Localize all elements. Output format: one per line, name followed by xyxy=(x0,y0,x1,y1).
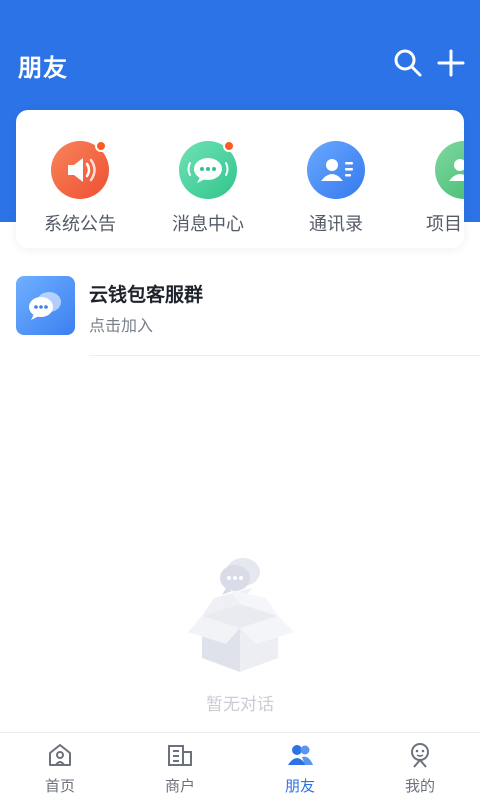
chat-bubbles-icon xyxy=(29,292,61,320)
group-avatar xyxy=(16,276,75,335)
tab-profile[interactable]: 我的 xyxy=(360,733,480,800)
tab-label: 朋友 xyxy=(284,777,315,795)
quick-entry-message-center[interactable]: 消息中心 xyxy=(144,110,272,248)
tab-merchant[interactable]: 商户 xyxy=(120,733,240,800)
quick-entry-announcement[interactable]: 系统公告 xyxy=(16,110,144,248)
notification-badge xyxy=(223,140,235,152)
tab-friends[interactable]: 朋友 xyxy=(240,733,360,800)
search-icon[interactable] xyxy=(391,46,425,80)
merchant-icon xyxy=(166,741,194,769)
contacts-icon xyxy=(307,141,365,199)
empty-box-illustration xyxy=(180,548,300,678)
quick-entry-label: 系统公告 xyxy=(44,214,116,235)
add-icon[interactable] xyxy=(434,46,468,80)
tab-home[interactable]: 首页 xyxy=(0,733,120,800)
project-icon xyxy=(435,141,464,199)
tab-label: 首页 xyxy=(44,777,75,795)
friends-icon xyxy=(286,741,314,769)
quick-entry-label: 消息中心 xyxy=(172,214,244,235)
group-join-hint: 点击加入 xyxy=(89,316,154,335)
tab-label: 商户 xyxy=(164,777,195,795)
empty-state-text: 暂无对话 xyxy=(206,695,274,715)
profile-icon xyxy=(406,741,434,769)
quick-entry-project[interactable]: 项目 xyxy=(400,110,464,248)
group-name: 云钱包客服群 xyxy=(89,284,204,306)
notification-badge xyxy=(95,140,107,152)
home-icon xyxy=(46,741,74,769)
quick-entry-contacts[interactable]: 通讯录 xyxy=(272,110,400,248)
bottom-tab-bar: 首页 商户 朋友 我的 xyxy=(0,732,480,800)
divider xyxy=(89,355,480,356)
quick-entry-label: 项目 xyxy=(426,214,462,235)
quick-entry-label: 通讯录 xyxy=(309,214,363,235)
page-title: 朋友 xyxy=(18,54,68,82)
quick-entries-card: 系统公告 消息中心 通讯录 项目 xyxy=(16,110,464,248)
app-root: 朋友 系统公告 消息中心 通讯录 项目 云钱包客服群 点击加入 暂无对话 首页 … xyxy=(0,0,480,800)
tab-label: 我的 xyxy=(404,777,435,795)
group-chat-row[interactable]: 云钱包客服群 点击加入 xyxy=(0,262,480,356)
